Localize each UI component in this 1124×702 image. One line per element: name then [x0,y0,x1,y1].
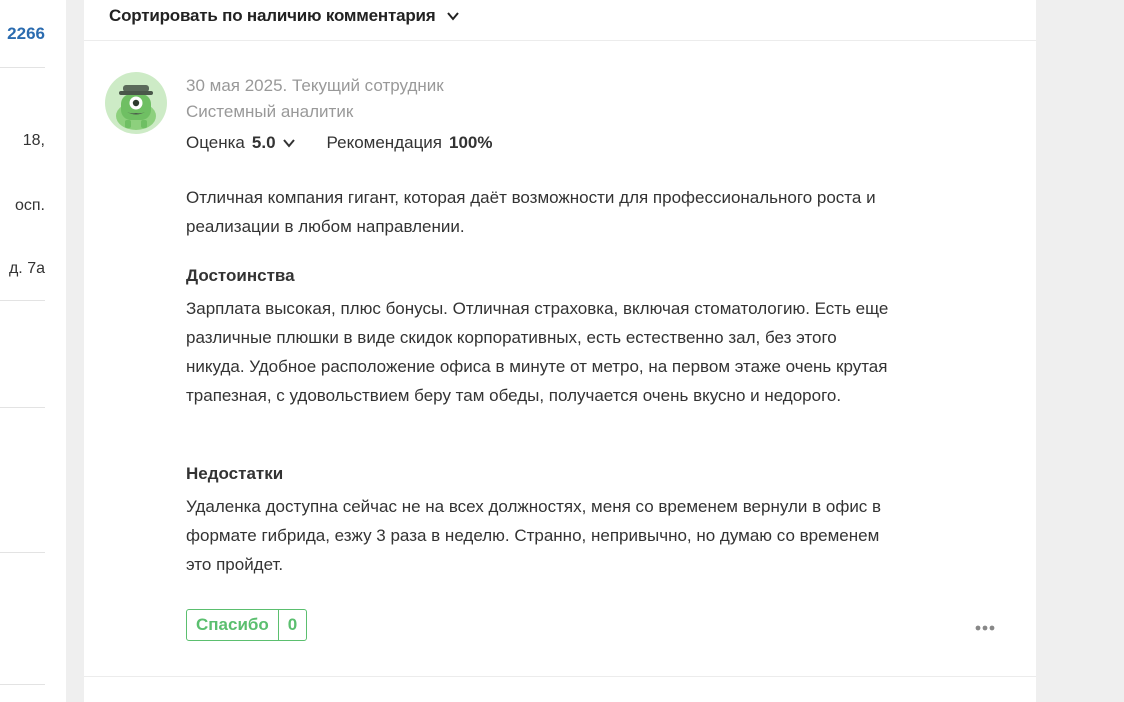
divider [84,676,1036,677]
company-number-link[interactable]: 2266 [7,24,45,44]
thanks-button[interactable]: Спасибо 0 [186,609,308,641]
review-summary: Отличная компания гигант, которая даёт в… [186,188,876,236]
cons-heading: Недостатки [186,464,284,483]
divider [0,67,45,68]
left-text-fragment: д. 7а [8,260,45,277]
avatar-icon [105,72,167,134]
divider [0,300,45,301]
review-date-status: 30 мая 2025. Текущий сотрудник [186,76,444,95]
more-dots-icon[interactable] [973,618,997,638]
pros-heading: Достоинства [186,266,295,285]
left-text-fragment: 18, [22,132,45,149]
reviews-panel: Сортировать по наличию комментария 30 ма… [84,0,1036,702]
left-text-fragment: осп. [14,197,45,214]
cons-text: Удаленка доступна сейчас не на всех долж… [186,497,882,574]
divider [0,407,45,408]
divider [0,684,45,685]
rating-label: Оценка [186,133,245,152]
review-ratings: Оценка 5.0 Рекомендация 100% [186,133,493,153]
chevron-down-icon[interactable] [282,136,296,150]
divider [0,552,45,553]
sort-dropdown[interactable]: Сортировать по наличию комментария [109,5,460,27]
sort-label: Сортировать по наличию комментария [109,6,436,25]
rating-value: 5.0 [251,133,276,152]
review-position: Системный аналитик [186,102,354,121]
chevron-down-icon [446,12,459,21]
left-sidebar: 2266 18, осп. д. 7а [0,0,66,702]
pros-text: Зарплата высокая, плюс бонусы. Отличная … [186,299,889,405]
recommendation-label: Рекомендация [326,133,443,152]
thanks-count: 0 [277,610,306,640]
divider [84,40,1036,41]
thanks-label: Спасибо [196,615,269,634]
recommendation-value: 100% [449,133,493,152]
